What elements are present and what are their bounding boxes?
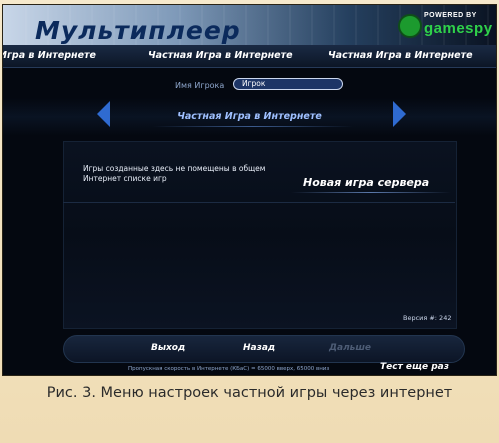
test-again-button[interactable]: Тест еще раз <box>380 362 449 372</box>
figure-caption: Рис. 3. Меню настроек частной игры через… <box>46 385 453 401</box>
new-server-game-button[interactable]: Новая игра сервера <box>303 176 429 189</box>
tab-private-internet-game[interactable]: Частная Игра в Интернете <box>148 50 293 61</box>
next-button[interactable]: Дальше <box>329 343 371 353</box>
gamespy-logo: POWERED BY gamespy <box>398 11 492 38</box>
mode-underline <box>153 126 353 127</box>
bandwidth-info: Пропускная скорость в Интернете (КБаС) =… <box>128 366 330 372</box>
exit-button[interactable]: Выход <box>151 343 185 353</box>
version-label: Версия #: 242 <box>403 314 452 322</box>
back-button[interactable]: Назад <box>243 343 275 353</box>
panel-divider <box>63 202 455 203</box>
gamespy-icon <box>398 14 422 38</box>
tab-private-internet-game-2[interactable]: Частная Игра в Интернете <box>328 50 473 61</box>
powered-by-text: POWERED BY <box>424 12 477 19</box>
article-frame: Мультиплеер POWERED BY gamespy Игра в Ин… <box>0 0 499 443</box>
private-game-info-text: Игры созданные здесь не помещены в общем… <box>83 164 266 183</box>
tabs-row: Игра в Интернете Частная Игра в Интернет… <box>3 45 496 68</box>
gamespy-brand: gamespy <box>424 20 493 37</box>
game-mode-label: Частная Игра в Интернете <box>177 111 322 122</box>
screen-title: Мультиплеер <box>35 16 241 45</box>
new-server-underline <box>291 192 451 193</box>
player-name-label: Имя Игрока <box>175 81 225 90</box>
player-name-input[interactable]: Игрок <box>233 78 343 90</box>
tab-internet-game[interactable]: Игра в Интернете <box>3 50 96 61</box>
header-bar: Мультиплеер POWERED BY gamespy <box>3 5 496 45</box>
game-screen: Мультиплеер POWERED BY gamespy Игра в Ин… <box>3 5 496 375</box>
